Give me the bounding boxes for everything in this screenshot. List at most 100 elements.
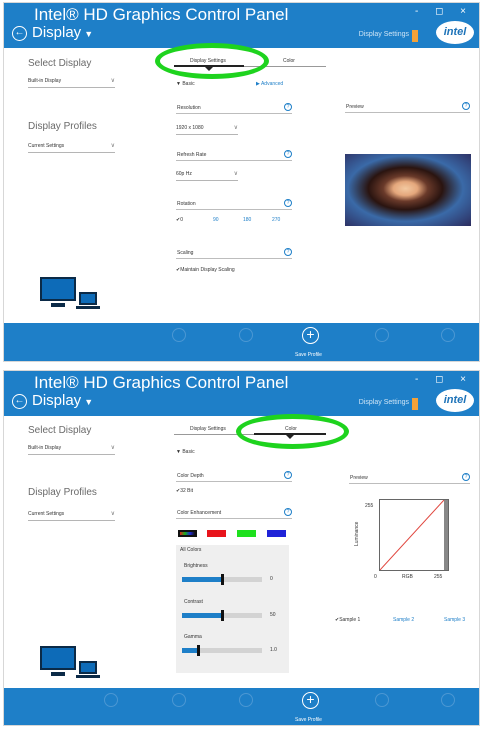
brightness-fill bbox=[182, 577, 222, 582]
resolution-value: 1920 x 1080 bbox=[176, 125, 204, 131]
scaling-label: Scaling bbox=[177, 250, 194, 256]
chevron-down-icon: ∨ bbox=[110, 511, 115, 517]
toolbar-icon-disabled bbox=[239, 328, 253, 342]
color-depth-option[interactable]: ✔32 Bit bbox=[176, 488, 193, 494]
basic-toggle[interactable]: ▼ Basic bbox=[176, 81, 195, 87]
color-enhancement-row: Color Enhancement? bbox=[176, 508, 292, 519]
rotation-label: Rotation bbox=[177, 201, 196, 207]
window-controls[interactable]: - ◻ × bbox=[415, 6, 473, 17]
breadcrumb-marker bbox=[412, 30, 418, 42]
select-display-dropdown[interactable]: Built-in Display ∨ bbox=[28, 76, 115, 88]
gamma-value: 1.0 bbox=[270, 647, 277, 653]
back-arrow-icon[interactable]: ← bbox=[12, 394, 27, 409]
brightness-thumb[interactable] bbox=[221, 574, 224, 585]
back-arrow-icon[interactable]: ← bbox=[12, 26, 27, 41]
save-profile-button[interactable]: Save Profile bbox=[295, 717, 322, 723]
graph-x-label: RGB bbox=[402, 574, 413, 580]
brightness-slider[interactable] bbox=[182, 574, 262, 585]
help-icon[interactable]: ? bbox=[284, 248, 292, 256]
sample-3-option[interactable]: Sample 3 bbox=[444, 617, 465, 623]
rotation-option-0[interactable]: ✔0 bbox=[176, 217, 183, 223]
breadcrumb: Display Settings bbox=[358, 399, 409, 406]
sample-2-option[interactable]: Sample 2 bbox=[393, 617, 414, 623]
basic-toggle[interactable]: ▼ Basic bbox=[176, 449, 195, 455]
select-display-dropdown[interactable]: Built-in Display ∨ bbox=[28, 443, 115, 455]
help-icon[interactable]: ? bbox=[462, 102, 470, 110]
toolbar-icon-disabled bbox=[239, 693, 253, 707]
chevron-down-icon: ∨ bbox=[233, 171, 238, 177]
section-label: Display bbox=[32, 24, 82, 41]
help-icon[interactable]: ? bbox=[284, 103, 292, 111]
section-menu[interactable]: Display ▼ bbox=[32, 392, 93, 411]
help-icon[interactable]: ? bbox=[284, 150, 292, 158]
chevron-down-icon: ∨ bbox=[110, 445, 115, 451]
display-profiles-dropdown[interactable]: Current Settings ∨ bbox=[28, 141, 115, 153]
all-colors-label: All Colors bbox=[180, 547, 202, 553]
display-profiles-dropdown[interactable]: Current Settings ∨ bbox=[28, 509, 115, 521]
bottom-toolbar: + Save Profile bbox=[4, 323, 479, 361]
rotation-option-270[interactable]: 270 bbox=[272, 217, 280, 223]
chevron-down-icon: ∨ bbox=[233, 125, 238, 131]
all-colors-swatch[interactable] bbox=[178, 530, 197, 537]
graph-x-min: 0 bbox=[374, 574, 377, 580]
app-title: Intel® HD Graphics Control Panel bbox=[34, 5, 289, 24]
rotation-option-180[interactable]: 180 bbox=[243, 217, 251, 223]
save-profile-button[interactable]: Save Profile bbox=[295, 352, 322, 358]
graph-y-label: Luminance bbox=[354, 521, 360, 546]
tab-color[interactable]: Color bbox=[283, 58, 295, 64]
section-menu[interactable]: Display ▼ bbox=[32, 24, 93, 43]
refresh-rate-dropdown[interactable]: 60p Hz ∨ bbox=[176, 169, 238, 181]
scaling-row: Scaling? bbox=[176, 248, 292, 259]
intel-logo: intel bbox=[436, 389, 474, 412]
refresh-rate-label: Refresh Rate bbox=[177, 152, 207, 158]
laptop-base bbox=[76, 306, 100, 309]
brightness-label: Brightness bbox=[184, 563, 208, 569]
contrast-label: Contrast bbox=[184, 599, 203, 605]
luminance-scale-bar bbox=[444, 500, 448, 570]
graph-y-max: 255 bbox=[365, 503, 374, 509]
advanced-toggle[interactable]: ▶ Advanced bbox=[256, 81, 283, 87]
preview-label: Preview bbox=[346, 104, 364, 110]
blue-swatch[interactable] bbox=[267, 530, 286, 537]
help-icon[interactable]: ? bbox=[284, 471, 292, 479]
help-icon[interactable]: ? bbox=[284, 199, 292, 207]
breadcrumb-marker bbox=[412, 398, 418, 410]
toolbar-icon-disabled bbox=[441, 328, 455, 342]
color-depth-label: Color Depth bbox=[177, 473, 204, 479]
rotation-option-90[interactable]: 90 bbox=[213, 217, 219, 223]
gamma-fill bbox=[182, 648, 198, 653]
rotation-row: Rotation? bbox=[176, 199, 292, 210]
bottom-toolbar: + Save Profile bbox=[4, 688, 479, 725]
highlight-circle bbox=[236, 414, 349, 449]
green-swatch[interactable] bbox=[237, 530, 256, 537]
contrast-value: 50 bbox=[270, 612, 276, 618]
laptop-icon bbox=[79, 292, 97, 305]
help-icon[interactable]: ? bbox=[284, 508, 292, 516]
preview-image bbox=[345, 154, 471, 226]
section-label: Display bbox=[32, 392, 82, 409]
toolbar-icon-disabled bbox=[104, 693, 118, 707]
resolution-dropdown[interactable]: 1920 x 1080 ∨ bbox=[176, 123, 238, 135]
contrast-fill bbox=[182, 613, 222, 618]
display-profiles-label: Display Profiles bbox=[28, 121, 97, 132]
toolbar-icon-disabled bbox=[172, 328, 186, 342]
sample-1-option[interactable]: ✔Sample 1 bbox=[335, 617, 360, 623]
laptop-icon bbox=[79, 661, 97, 674]
red-swatch[interactable] bbox=[207, 530, 226, 537]
gamma-thumb[interactable] bbox=[197, 645, 200, 656]
help-icon[interactable]: ? bbox=[462, 473, 470, 481]
gamma-slider[interactable] bbox=[182, 645, 262, 656]
refresh-rate-row: Refresh Rate? bbox=[176, 150, 292, 161]
save-profile-plus-icon[interactable]: + bbox=[302, 692, 319, 709]
preview-row: Preview? bbox=[345, 102, 470, 113]
save-profile-plus-icon[interactable]: + bbox=[302, 327, 319, 344]
toolbar-icon-disabled bbox=[375, 693, 389, 707]
tab-display-settings[interactable]: Display Settings bbox=[190, 426, 226, 432]
display-profiles-value: Current Settings bbox=[28, 143, 65, 149]
contrast-slider[interactable] bbox=[182, 610, 262, 621]
chevron-down-icon: ∨ bbox=[110, 143, 115, 149]
title-bar: Intel® HD Graphics Control Panel ← Displ… bbox=[4, 371, 479, 416]
maintain-scaling-checkbox[interactable]: ✔Maintain Display Scaling bbox=[176, 267, 235, 273]
contrast-thumb[interactable] bbox=[221, 610, 224, 621]
window-controls[interactable]: - ◻ × bbox=[415, 374, 473, 385]
